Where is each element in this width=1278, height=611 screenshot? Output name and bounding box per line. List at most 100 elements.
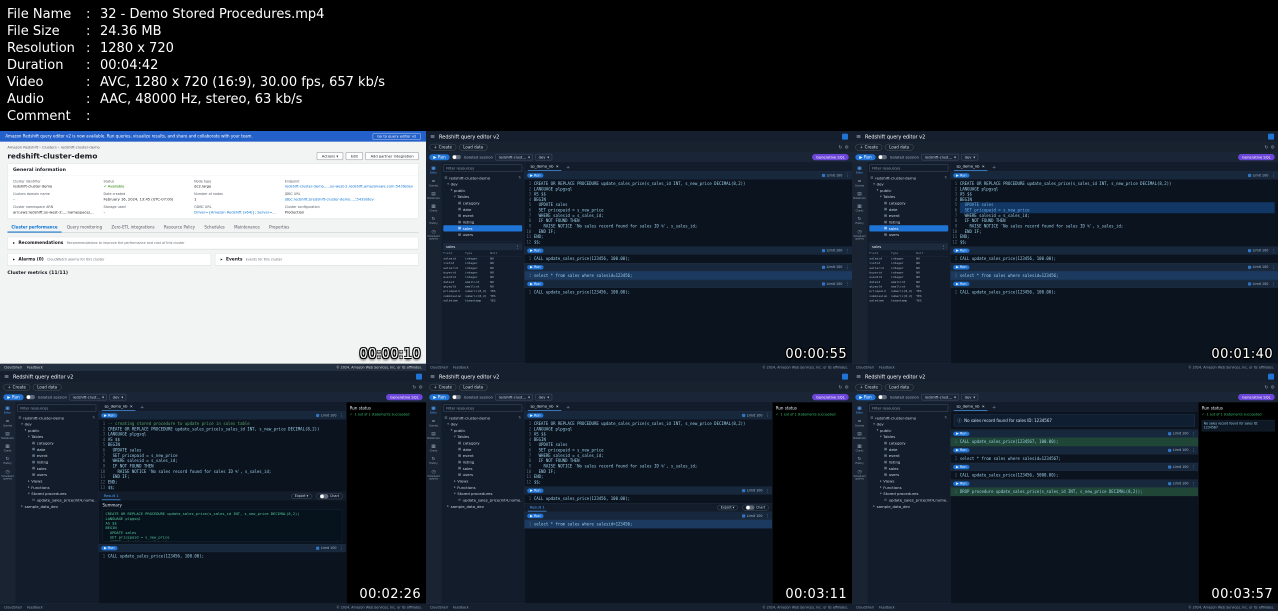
rail-editor[interactable]: ▣ Editor — [426, 166, 441, 175]
thumbnail-4[interactable]: ≡ Redshift query editor v2 + Create Load d… — [0, 371, 426, 611]
feedback-link[interactable]: Feedback — [879, 606, 895, 610]
isolated-session-toggle[interactable] — [452, 154, 462, 160]
load-data-button[interactable]: Load data — [32, 383, 62, 391]
dots-icon[interactable]: ⋮ — [845, 248, 849, 253]
rail-history[interactable]: ↻ History — [426, 216, 441, 225]
thumbnail-1[interactable]: Amazon Redshift query editor v2 is now a… — [0, 131, 426, 371]
limit-100-checkbox[interactable]: Limit 100 — [822, 282, 842, 286]
notebook-tab[interactable]: sp_demo_nb × — [953, 403, 988, 411]
tree-sample-data-dev[interactable]: ▸ sample_data_dev — [443, 503, 522, 509]
tab-properties[interactable]: Properties — [265, 223, 293, 233]
notifications-icon[interactable] — [842, 373, 849, 380]
tab-zero-etl[interactable]: Zero-ETL integrations — [107, 223, 158, 233]
chevron-right-icon[interactable]: ▸ — [13, 241, 15, 246]
limit-100-checkbox[interactable]: Limit 100 — [316, 546, 336, 550]
limit-100-checkbox[interactable]: Limit 100 — [1248, 282, 1268, 286]
feedback-link[interactable]: Feedback — [27, 366, 43, 370]
dots-icon[interactable]: ⋮ — [1191, 464, 1195, 469]
run-cell-button[interactable]: ▶ Run — [527, 413, 544, 418]
rail-notebooks[interactable]: ▤ Notebooks — [426, 191, 441, 200]
chart-toggle[interactable]: Chart — [316, 493, 343, 500]
run-cell-button[interactable]: ▶ Run — [101, 413, 118, 418]
tab-query-monitoring[interactable]: Query monitoring — [63, 223, 106, 233]
dots-icon[interactable]: ⋮ — [516, 245, 520, 249]
feedback-link[interactable]: Feedback — [879, 366, 895, 370]
chevron-right-icon[interactable]: ▸ — [13, 257, 15, 262]
dots-icon[interactable]: ⋮ — [1271, 281, 1275, 286]
sql-cell[interactable]: 1 CALL update_sales_price(1234567, 100.00… — [950, 437, 1199, 447]
run-cell-button[interactable]: ▶ Run — [527, 488, 544, 493]
create-button[interactable]: + Create — [855, 383, 883, 391]
rail-editor[interactable]: ▣ Editor — [426, 406, 441, 415]
export-button[interactable]: Export ▾ — [717, 505, 739, 511]
add-tab-icon[interactable]: + — [139, 403, 146, 411]
rail-queries[interactable]: ≡ Queries — [426, 418, 441, 427]
export-button[interactable]: Export ▾ — [291, 493, 313, 499]
go-to-editor-button[interactable]: Go to query editor v2 — [372, 133, 421, 140]
gear-icon[interactable]: ⚙ — [1271, 385, 1275, 390]
rail-scheduled[interactable]: ◷ Scheduled queries — [852, 229, 867, 240]
create-button[interactable]: + Create — [429, 383, 457, 391]
isolated-session-toggle[interactable] — [26, 394, 36, 400]
rail-editor[interactable]: ▣ Editor — [852, 166, 867, 175]
rail-notebooks[interactable]: ▤ Notebooks — [852, 431, 867, 440]
run-cell-button[interactable]: ▶ Run — [527, 173, 544, 178]
thumbnail-2[interactable]: ≡ Redshift query editor v2 + Create Load d… — [426, 131, 852, 371]
isolated-session-toggle[interactable] — [452, 394, 462, 400]
refresh-icon[interactable]: ↻ — [838, 385, 842, 390]
cluster-select[interactable]: redshift-clust… ▾ — [495, 393, 533, 401]
sql-cell[interactable]: 1 2 3 4 5 6 7 8 9 10 11 12 13 -- creating… — [99, 419, 347, 492]
create-button[interactable]: + Create — [429, 143, 457, 151]
tree-sample-data-dev[interactable]: ▸ sample_data_dev — [869, 503, 948, 509]
add-partner-integration-button[interactable]: Add partner integration — [365, 152, 419, 160]
cloudshell-link[interactable]: CloudShell — [430, 606, 448, 610]
database-select[interactable]: dev ▾ — [961, 153, 979, 161]
chart-toggle[interactable]: Chart — [742, 504, 769, 511]
cluster-select[interactable]: redshift-clust… ▾ — [921, 153, 959, 161]
cloudshell-link[interactable]: CloudShell — [856, 366, 874, 370]
thumbnail-5[interactable]: ≡ Redshift query editor v2 + Create Load d… — [426, 371, 852, 611]
generative-sql-button[interactable]: Generative SQL — [1237, 153, 1275, 161]
feedback-link[interactable]: Feedback — [453, 606, 469, 610]
run-cell-button[interactable]: ▶ Run — [953, 464, 970, 470]
limit-100-checkbox[interactable]: Limit 100 — [316, 413, 336, 417]
rail-charts[interactable]: ▦ Charts — [0, 444, 15, 453]
result-tab[interactable]: Result 1 — [527, 504, 547, 512]
dots-icon[interactable]: ⋮ — [1271, 173, 1275, 178]
cloudshell-link[interactable]: CloudShell — [430, 366, 448, 370]
run-cell-button[interactable]: ▶ Run — [527, 281, 544, 286]
rail-history[interactable]: ↻ History — [852, 456, 867, 465]
filter-resources-input[interactable]: Filter resources — [869, 164, 949, 172]
sql-cell[interactable]: 1 2 3 4 5 6 7 8 9 10 11 12 CREATE OR REPL… — [525, 419, 773, 486]
sql-cell[interactable]: 1 DROP procedure update_sales_price(s_sal… — [950, 487, 1199, 497]
menu-icon[interactable]: ≡ — [4, 373, 9, 380]
tree-table-users[interactable]: ▦ users — [443, 232, 522, 238]
dots-icon[interactable]: ⋮ — [1191, 481, 1195, 486]
limit-100-checkbox[interactable]: Limit 100 — [822, 173, 842, 177]
run-cell-button[interactable]: ▶ Run — [953, 481, 970, 486]
dots-icon[interactable]: ⋮ — [765, 488, 769, 493]
sql-cell[interactable]: 1 CALL update_sales_price(123456, 100.00)… — [951, 254, 1278, 263]
close-icon[interactable]: × — [982, 164, 985, 168]
chevron-right-icon[interactable]: ▸ — [221, 257, 223, 262]
rail-scheduled[interactable]: ◷ Scheduled queries — [426, 229, 441, 240]
limit-100-checkbox[interactable]: Limit 100 — [1248, 173, 1268, 177]
gear-icon[interactable]: ⚙ — [845, 145, 849, 150]
notifications-icon[interactable] — [416, 373, 423, 380]
edit-button[interactable]: Edit — [345, 152, 363, 160]
limit-100-checkbox[interactable]: Limit 100 — [742, 514, 762, 518]
feedback-link[interactable]: Feedback — [453, 366, 469, 370]
limit-100-checkbox[interactable]: Limit 100 — [1248, 249, 1268, 252]
rail-queries[interactable]: ≡ Queries — [426, 178, 441, 187]
sql-cell[interactable]: 1 CALL update_sales_price(123456, 100.00)… — [951, 288, 1278, 297]
cluster-select[interactable]: redshift-clust… ▾ — [921, 393, 959, 401]
add-tab-icon[interactable]: + — [565, 403, 572, 411]
result-tab[interactable]: Result 1 — [101, 492, 121, 501]
notebook-tab[interactable]: sp_demo_nb × — [101, 403, 136, 411]
menu-icon[interactable]: ≡ — [856, 133, 861, 140]
cloudshell-link[interactable]: CloudShell — [4, 366, 22, 370]
dots-icon[interactable]: ⋮ — [765, 513, 769, 518]
create-button[interactable]: + Create — [855, 143, 883, 151]
run-cell-button[interactable]: ▶ Run — [953, 431, 970, 436]
rail-history[interactable]: ↻ History — [426, 456, 441, 465]
